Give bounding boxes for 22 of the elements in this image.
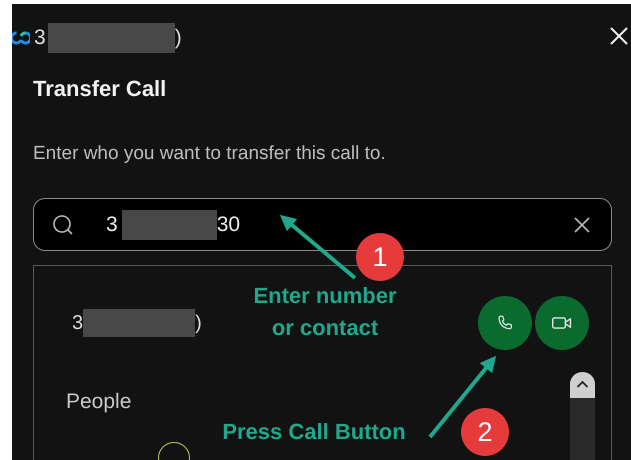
contact-number[interactable]: 3 xyxy=(72,312,84,334)
annotation-text: Enter number or contact xyxy=(252,282,398,342)
dialog-title: Transfer Call xyxy=(33,76,168,102)
step-badge: 1 xyxy=(356,233,404,281)
annotation-text: Press Call Button xyxy=(221,418,407,446)
caller-name: ) xyxy=(174,26,182,50)
call-button[interactable] xyxy=(478,296,532,350)
contact-number[interactable]: ) xyxy=(195,312,202,334)
caller-name: 3 xyxy=(34,26,46,50)
search-value: 3 xyxy=(106,212,118,236)
section-heading: People xyxy=(66,390,132,414)
video-call-button[interactable] xyxy=(535,296,589,350)
phone-icon xyxy=(496,314,514,332)
search-icon xyxy=(52,214,74,236)
instruction-text: Enter who you want to transfer this call to. xyxy=(33,142,387,166)
close-icon[interactable] xyxy=(609,26,629,46)
step-badge: 2 xyxy=(461,408,509,456)
video-camera-icon xyxy=(551,314,573,332)
scroll-up-icon[interactable] xyxy=(570,372,595,398)
search-value: 30 xyxy=(216,212,240,236)
clear-icon[interactable] xyxy=(573,216,591,234)
app-logo-icon xyxy=(12,31,30,45)
